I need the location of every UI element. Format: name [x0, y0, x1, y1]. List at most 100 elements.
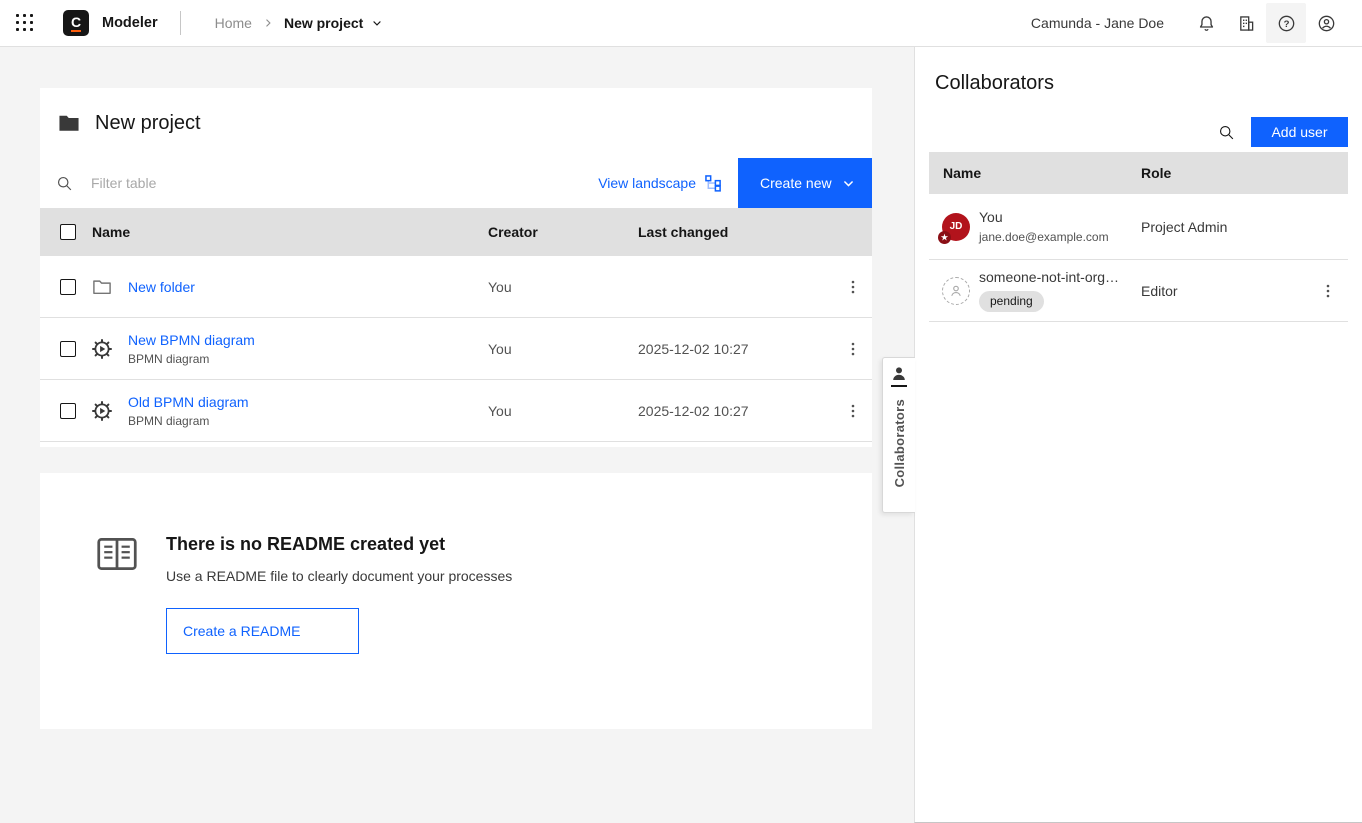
collaborators-table-header: Name Role — [929, 152, 1348, 194]
search-button[interactable] — [1211, 117, 1241, 147]
svg-text:?: ? — [1283, 19, 1289, 30]
chevron-down-icon — [842, 177, 855, 190]
row-checkbox[interactable] — [60, 279, 76, 295]
help-button[interactable]: ? — [1266, 3, 1306, 43]
collaborators-table: Name Role JD ★ You jane.doe@example.com … — [929, 152, 1348, 322]
create-new-button[interactable]: Create new — [738, 158, 872, 208]
chevron-right-icon — [262, 17, 274, 29]
avatar-initials: JD — [950, 221, 963, 232]
creator-cell: You — [488, 403, 638, 419]
profile-button[interactable] — [1306, 3, 1346, 43]
file-link[interactable]: Old BPMN diagram — [128, 394, 249, 410]
file-link[interactable]: New folder — [128, 279, 195, 295]
folder-outline-icon — [92, 278, 112, 296]
row-checkbox[interactable] — [60, 403, 76, 419]
filter-table-input[interactable] — [89, 174, 598, 192]
collaborator-name: You — [979, 209, 1141, 226]
table-row: Old BPMN diagram BPMN diagram You 2025-1… — [40, 380, 872, 442]
app-title: Modeler — [102, 15, 158, 31]
divider — [180, 11, 181, 35]
main-area: New project View landscape — [0, 47, 1362, 823]
chevron-down-icon — [371, 17, 383, 29]
breadcrumb-current-label: New project — [284, 15, 363, 31]
row-checkbox[interactable] — [60, 341, 76, 357]
table-row: New BPMN diagram BPMN diagram You 2025-1… — [40, 318, 872, 380]
building-icon — [1236, 13, 1257, 34]
account-label: Camunda - Jane Doe — [1031, 15, 1164, 31]
column-name: Name — [92, 224, 488, 240]
last-changed-cell: 2025-12-02 10:27 — [638, 403, 833, 419]
column-creator: Creator — [488, 224, 638, 240]
collaborators-tab[interactable]: Collaborators — [882, 357, 915, 513]
help-icon: ? — [1276, 13, 1297, 34]
organization-button[interactable] — [1226, 3, 1266, 43]
project-card: New project View landscape — [40, 88, 872, 447]
bpmn-diagram-icon — [92, 401, 112, 421]
add-user-button[interactable]: Add user — [1251, 117, 1348, 147]
collaborators-title: Collaborators — [935, 72, 1362, 95]
breadcrumb-home[interactable]: Home — [215, 15, 252, 31]
last-changed-cell: 2025-12-02 10:27 — [638, 341, 833, 357]
search-icon[interactable] — [56, 175, 73, 192]
create-readme-button[interactable]: Create a README — [166, 608, 359, 654]
admin-star-badge: ★ — [938, 231, 951, 244]
pending-avatar — [942, 277, 970, 305]
creator-cell: You — [488, 341, 638, 357]
collaborator-role: Editor — [1141, 283, 1308, 299]
app-switcher-icon[interactable] — [16, 14, 34, 32]
overflow-menu-button[interactable] — [839, 397, 867, 425]
readme-title: There is no README created yet — [166, 534, 512, 555]
top-bar: C Modeler Home New project Camunda - Jan… — [0, 0, 1362, 47]
camunda-logo[interactable]: C — [63, 10, 89, 36]
column-last-changed: Last changed — [638, 224, 833, 240]
overflow-menu-button[interactable] — [839, 335, 867, 363]
folder-icon — [58, 113, 80, 133]
file-type-label: BPMN diagram — [128, 414, 488, 428]
collaborator-name: someone-not-int-org… — [979, 269, 1141, 286]
breadcrumb: Home New project — [215, 15, 384, 31]
overflow-menu-button[interactable] — [1314, 277, 1342, 305]
logo-letter: C — [71, 15, 81, 29]
collaborator-email: jane.doe@example.com — [979, 230, 1141, 244]
readme-book-icon — [96, 534, 138, 574]
view-landscape-label: View landscape — [598, 175, 696, 191]
notifications-button[interactable] — [1186, 3, 1226, 43]
files-table-header: Name Creator Last changed — [40, 208, 872, 256]
column-role: Role — [1141, 165, 1308, 181]
top-bar-left: C Modeler Home New project — [16, 10, 383, 36]
search-icon — [1218, 124, 1235, 141]
landscape-tree-icon — [705, 175, 722, 192]
bell-icon — [1196, 13, 1217, 34]
create-new-label: Create new — [760, 175, 832, 191]
creator-cell: You — [488, 279, 638, 295]
project-title: New project — [95, 112, 201, 135]
person-outline-icon — [949, 284, 963, 298]
table-toolbar: View landscape Create new — [40, 158, 872, 208]
breadcrumb-current[interactable]: New project — [284, 15, 383, 31]
project-header: New project — [40, 88, 872, 158]
filter-search — [40, 174, 598, 192]
select-all-checkbox[interactable] — [60, 224, 76, 240]
collaborators-toolbar: Add user — [929, 117, 1348, 147]
collaborator-row: JD ★ You jane.doe@example.com Project Ad… — [929, 194, 1348, 260]
readme-card: There is no README created yet Use a REA… — [40, 473, 872, 729]
collaborator-row: someone-not-int-org… pending Editor — [929, 260, 1348, 322]
column-name: Name — [943, 165, 1141, 181]
collaborators-tab-label: Collaborators — [892, 399, 907, 487]
file-type-label: BPMN diagram — [128, 352, 488, 366]
person-icon — [891, 367, 907, 387]
table-row: New folder You — [40, 256, 872, 318]
collaborators-panel: Collaborators Add user Name Role JD ★ — [914, 47, 1362, 823]
user-avatar-icon — [1316, 13, 1337, 34]
top-bar-right: Camunda - Jane Doe ? — [1031, 3, 1346, 43]
content-column: New project View landscape — [0, 47, 914, 823]
pending-badge: pending — [979, 291, 1044, 311]
avatar: JD ★ — [942, 213, 970, 241]
bpmn-diagram-icon — [92, 339, 112, 359]
view-landscape-link[interactable]: View landscape — [598, 175, 722, 192]
readme-body: There is no README created yet Use a REA… — [166, 534, 512, 729]
readme-subtitle: Use a README file to clearly document yo… — [166, 568, 512, 584]
overflow-menu-button[interactable] — [839, 273, 867, 301]
collaborator-role: Project Admin — [1141, 219, 1308, 235]
file-link[interactable]: New BPMN diagram — [128, 332, 255, 348]
